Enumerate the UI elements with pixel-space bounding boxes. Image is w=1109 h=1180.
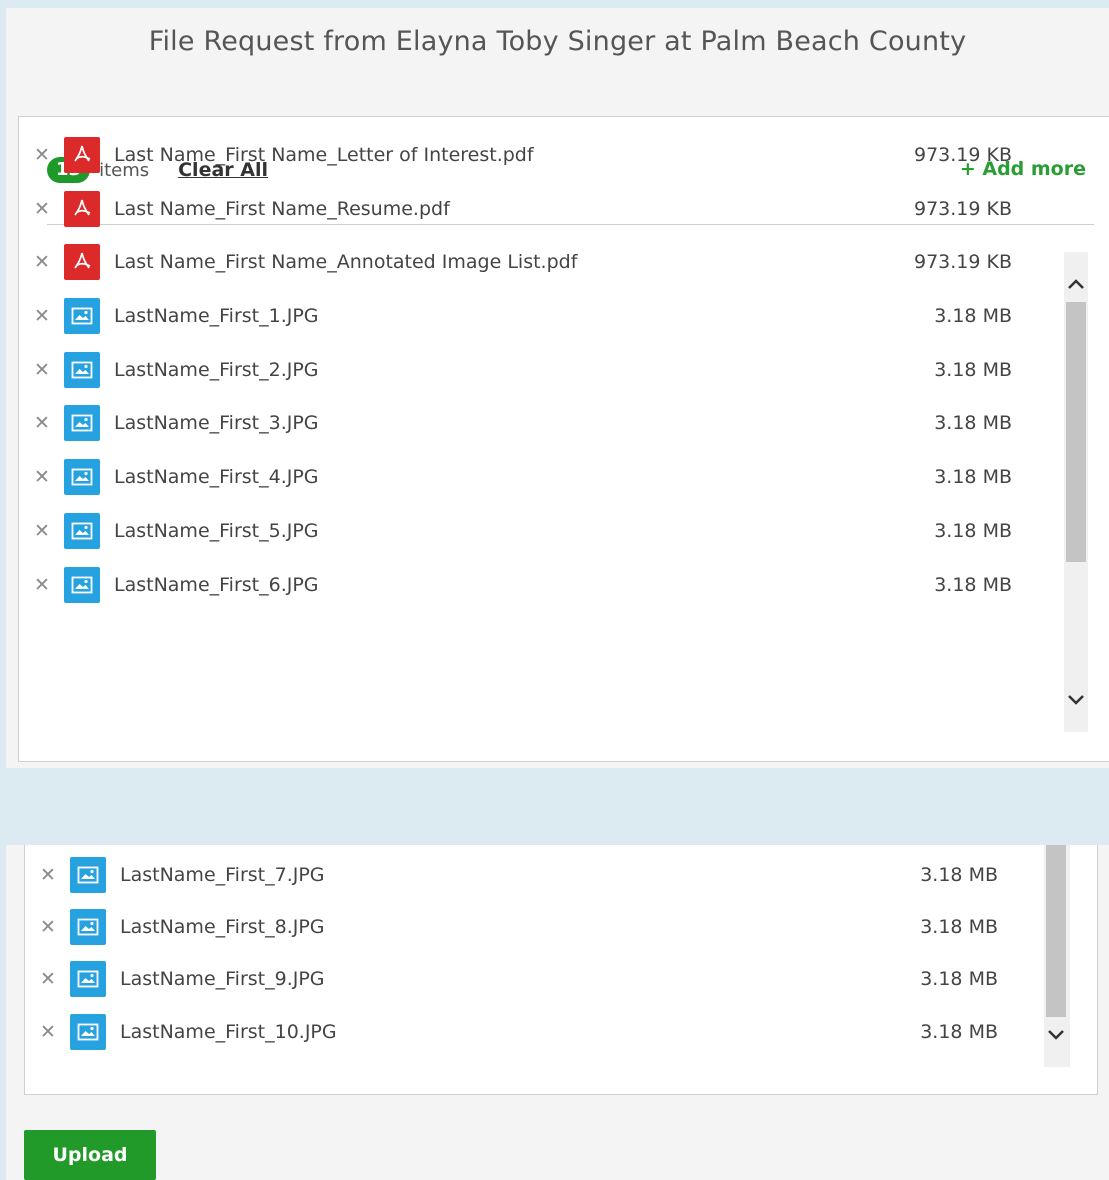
pdf-icon [64, 137, 100, 173]
scrollbar-thumb[interactable] [1066, 302, 1086, 562]
scroll-up-arrow-icon[interactable] [1064, 264, 1088, 304]
file-list-continued: ✕ LastName_First_7.JPG 3.18 MB ✕ LastName_Fi… [36, 848, 998, 1059]
file-row: ✕ Last Name_First Name_Resume.pdf 973.19 K… [30, 182, 1012, 235]
page-title: File Request from Elayna Toby Singer at … [148, 26, 967, 57]
file-row: ✕ LastName_First_8.JPG 3.18 MB [36, 901, 998, 953]
file-row: ✕ LastName_First_3.JPG 3.18 MB [30, 396, 1012, 450]
image-icon [70, 909, 106, 945]
file-row: ✕ LastName_First_6.JPG 3.18 MB [30, 558, 1012, 611]
remove-file-close-icon[interactable]: ✕ [30, 573, 54, 597]
file-name: Last Name_First Name_Resume.pdf [114, 197, 450, 220]
image-icon [64, 351, 100, 388]
file-name: Last Name_First Name_Annotated Image Lis… [114, 251, 578, 273]
scroll-down-arrow-icon[interactable] [1044, 1015, 1068, 1055]
file-size: 3.18 MB [934, 520, 1012, 542]
remove-file-close-icon[interactable]: ✕ [30, 304, 54, 328]
file-size: 3.18 MB [934, 305, 1012, 327]
image-icon [70, 1014, 106, 1050]
image-icon [64, 459, 100, 495]
pdf-icon [64, 190, 100, 227]
file-size: 3.18 MB [920, 1021, 998, 1043]
file-name: LastName_First_10.JPG [120, 1021, 337, 1043]
image-icon [70, 856, 106, 893]
image-icon [70, 961, 106, 997]
remove-file-close-icon[interactable]: ✕ [30, 519, 54, 543]
file-name: LastName_First_8.JPG [120, 916, 325, 938]
file-size: 3.18 MB [920, 863, 998, 886]
file-size: 3.18 MB [920, 968, 998, 990]
remove-file-close-icon[interactable]: ✕ [36, 863, 60, 887]
image-icon [64, 405, 100, 441]
file-name: LastName_First_7.JPG [120, 863, 325, 886]
scroll-down-arrow-icon[interactable] [1064, 680, 1088, 720]
file-size: 3.18 MB [934, 412, 1012, 434]
file-name: LastName_First_4.JPG [114, 466, 319, 488]
file-row: ✕ Last Name_First Name_Annotated Image Li… [30, 235, 1012, 289]
file-row: ✕ LastName_First_4.JPG 3.18 MB [30, 450, 1012, 504]
file-row: ✕ Last Name_First Name_Letter of Interest… [30, 128, 1012, 182]
image-icon [64, 566, 100, 603]
file-size: 3.18 MB [934, 573, 1012, 596]
file-row: ✕ LastName_First_9.JPG 3.18 MB [36, 953, 998, 1005]
remove-file-close-icon[interactable]: ✕ [36, 1020, 60, 1044]
file-size: 3.18 MB [934, 358, 1012, 381]
scrollbar[interactable] [1044, 845, 1070, 1067]
file-name: LastName_First_9.JPG [120, 968, 325, 990]
file-list: ✕ Last Name_First Name_Letter of Interest… [30, 128, 1012, 611]
file-row: ✕ LastName_First_2.JPG 3.18 MB [30, 343, 1012, 396]
image-icon [64, 298, 100, 334]
remove-file-close-icon[interactable]: ✕ [36, 915, 60, 939]
file-name: LastName_First_6.JPG [114, 573, 319, 596]
pdf-icon [64, 244, 100, 280]
file-name: LastName_First_5.JPG [114, 520, 319, 542]
scrollbar[interactable] [1064, 252, 1088, 732]
file-size: 973.19 KB [913, 197, 1012, 220]
file-row: ✕ LastName_First_7.JPG 3.18 MB [36, 848, 998, 901]
remove-file-close-icon[interactable]: ✕ [30, 250, 54, 274]
file-name: LastName_First_1.JPG [114, 305, 319, 327]
file-name: Last Name_First Name_Letter of Interest.… [114, 144, 534, 166]
remove-file-close-icon[interactable]: ✕ [30, 143, 54, 167]
remove-file-close-icon[interactable]: ✕ [36, 967, 60, 991]
scrollbar-thumb[interactable] [1046, 845, 1066, 1017]
image-icon [64, 513, 100, 549]
file-size: 973.19 KB [913, 144, 1012, 166]
file-row: ✕ LastName_First_5.JPG 3.18 MB [30, 504, 1012, 558]
file-row: ✕ LastName_First_1.JPG 3.18 MB [30, 289, 1012, 343]
upload-button[interactable]: Upload [24, 1130, 156, 1180]
file-size: 3.18 MB [934, 466, 1012, 488]
file-name: LastName_First_3.JPG [114, 412, 319, 434]
remove-file-close-icon[interactable]: ✕ [30, 411, 54, 435]
file-size: 973.19 KB [913, 251, 1012, 273]
remove-file-close-icon[interactable]: ✕ [30, 358, 54, 382]
remove-file-close-icon[interactable]: ✕ [30, 197, 54, 221]
file-size: 3.18 MB [920, 916, 998, 938]
remove-file-close-icon[interactable]: ✕ [30, 465, 54, 489]
file-row: ✕ LastName_First_10.JPG 3.18 MB [36, 1005, 998, 1059]
file-name: LastName_First_2.JPG [114, 358, 319, 381]
